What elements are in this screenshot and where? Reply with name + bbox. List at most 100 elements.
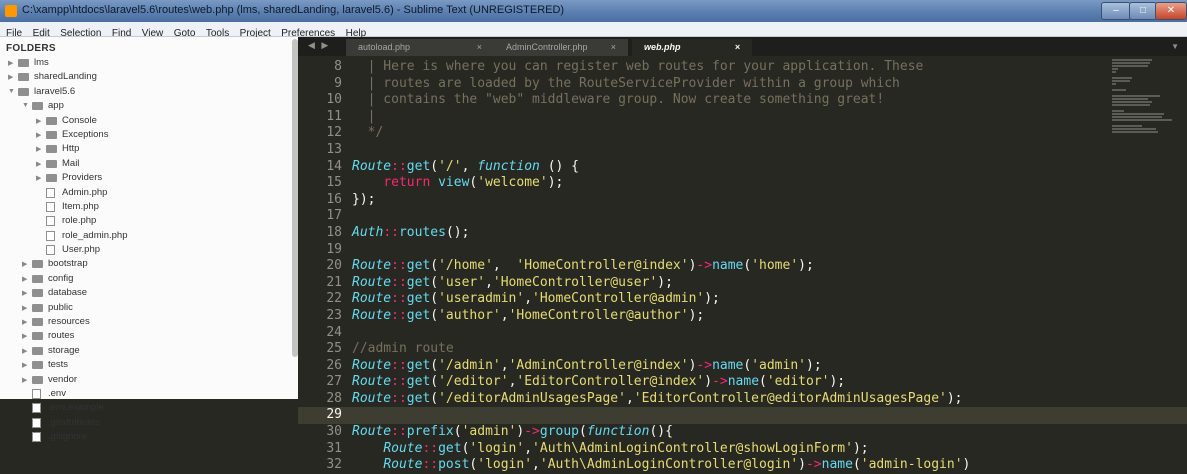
sidebar-file-item[interactable]: role_admin.php (0, 229, 298, 243)
sidebar-folder-item[interactable]: ▶ vendor (0, 373, 298, 387)
sidebar-folder-item[interactable]: ▶ Console (0, 114, 298, 128)
code-line[interactable]: | (352, 109, 1112, 126)
code-token: , (461, 158, 478, 174)
code-token: name (727, 374, 760, 390)
sidebar-folder-item[interactable]: ▶ config (0, 272, 298, 286)
tab-web-php[interactable]: web.php × (632, 39, 752, 56)
code-line[interactable] (352, 325, 1112, 342)
sidebar-item-label: role.php (62, 215, 97, 227)
sidebar-item-label: Providers (62, 172, 103, 184)
code-line[interactable]: Route::get('author','HomeController@auth… (352, 308, 1112, 325)
close-button[interactable]: ✕ (1155, 2, 1187, 20)
tab-close-icon[interactable]: × (611, 39, 616, 56)
sidebar-file-item[interactable]: Item.php (0, 200, 298, 214)
folder-icon (32, 274, 43, 283)
code-line[interactable] (348, 407, 1187, 425)
sidebar-folder-item[interactable]: ▶ Http (0, 142, 298, 156)
code-line[interactable] (352, 142, 1112, 159)
tab-autoload[interactable]: autoload.php × (346, 39, 494, 56)
code-line[interactable]: //admin route (352, 341, 1112, 358)
sidebar-folder-item[interactable]: ▶ Mail (0, 157, 298, 171)
code-token: (){ (649, 424, 673, 440)
code-line[interactable]: Auth::routes(); (352, 225, 1112, 242)
code-area[interactable]: | Here is where you can register web rou… (348, 59, 1187, 474)
collapsed-arrow-icon[interactable]: ▶ (22, 376, 27, 384)
collapsed-arrow-icon[interactable]: ▶ (36, 174, 41, 182)
chevron-down-icon[interactable]: ▼ (1171, 42, 1179, 51)
sidebar-folder-item[interactable]: ▶ database (0, 286, 298, 300)
code-line[interactable]: Route::get('useradmin','HomeController@a… (352, 291, 1112, 308)
collapsed-arrow-icon[interactable]: ▶ (22, 289, 27, 297)
collapsed-arrow-icon[interactable]: ▶ (22, 275, 27, 283)
code-line[interactable]: Route::get('/admin','AdminController@ind… (352, 358, 1112, 375)
code-line[interactable]: Route::get('/', function () { (352, 159, 1112, 176)
sidebar-folder-item[interactable]: ▶ storage (0, 344, 298, 358)
sidebar-folder-item[interactable]: ▼ laravel5.6 (0, 85, 298, 99)
collapsed-arrow-icon[interactable]: ▶ (8, 59, 13, 67)
code-line[interactable]: | Here is where you can register web rou… (352, 59, 1112, 76)
collapsed-arrow-icon[interactable]: ▶ (8, 73, 13, 81)
collapsed-arrow-icon[interactable]: ▶ (22, 332, 27, 340)
code-line[interactable] (352, 208, 1112, 225)
collapsed-arrow-icon[interactable]: ▶ (36, 131, 41, 139)
sidebar-file-item[interactable]: role.php (0, 214, 298, 228)
collapsed-arrow-icon[interactable]: ▶ (22, 318, 27, 326)
code-line[interactable] (352, 242, 1112, 259)
line-number: 14 (326, 158, 342, 174)
code-token: -> (524, 424, 540, 440)
sidebar-file-item[interactable]: .env.example (0, 401, 298, 415)
sidebar-folder-item[interactable]: ▶ sharedLanding (0, 70, 298, 84)
code-line[interactable]: | routes are loaded by the RouteServiceP… (352, 76, 1112, 93)
tab-navigation-arrows-icon[interactable]: ◀ ▶ (308, 40, 330, 51)
sidebar-file-item[interactable]: User.php (0, 243, 298, 257)
sidebar-folder-item[interactable]: ▼ app (0, 99, 298, 113)
sidebar-folder-item[interactable]: ▶ Exceptions (0, 128, 298, 142)
code-line[interactable]: Route::prefix('admin')->group(function()… (352, 424, 1112, 441)
tab-close-icon[interactable]: × (477, 39, 482, 56)
code-line[interactable]: Route::get('/home', 'HomeController@inde… (352, 258, 1112, 275)
code-token: 'home' (751, 258, 799, 274)
minimize-icon: – (1113, 5, 1119, 16)
file-icon (32, 417, 41, 428)
collapsed-arrow-icon[interactable]: ▶ (22, 361, 27, 369)
code-token: get (438, 440, 462, 456)
collapsed-arrow-icon[interactable]: ▶ (36, 117, 41, 125)
sidebar-file-item[interactable]: .gitignore (0, 430, 298, 444)
sidebar-file-item[interactable]: .gitattributes (0, 416, 298, 430)
code-line[interactable]: | contains the "web" middleware group. N… (352, 92, 1112, 109)
sidebar-file-item[interactable]: .env (0, 387, 298, 401)
collapsed-arrow-icon[interactable]: ▶ (22, 347, 27, 355)
collapsed-arrow-icon[interactable]: ▶ (36, 160, 41, 168)
sidebar-folder-item[interactable]: ▶ resources (0, 315, 298, 329)
code-line[interactable]: }); (352, 192, 1112, 209)
sidebar-folder-item[interactable]: ▶ tests (0, 358, 298, 372)
sidebar-folder-item[interactable]: ▶ bootstrap (0, 257, 298, 271)
code-token: get (406, 374, 431, 390)
collapsed-arrow-icon[interactable]: ▶ (36, 145, 41, 153)
sidebar-folder-item[interactable]: ▶ routes (0, 329, 298, 343)
code-line[interactable]: Route::get('/editorAdminUsagesPage','Edi… (352, 391, 1112, 408)
minimap[interactable] (1108, 59, 1178, 139)
sidebar-folder-item[interactable]: ▶ lms (0, 56, 298, 70)
folder-icon (32, 346, 43, 355)
collapsed-arrow-icon[interactable]: ▶ (22, 304, 27, 312)
minimize-button[interactable]: – (1101, 2, 1131, 20)
code-line[interactable]: Route::post('login','Auth\AdminLoginCont… (352, 457, 1112, 474)
code-line[interactable]: */ (352, 125, 1112, 142)
sidebar-folder-item[interactable]: ▶ public (0, 301, 298, 315)
tab-close-icon[interactable]: × (735, 39, 740, 56)
sidebar-item-label: Mail (62, 157, 80, 169)
collapsed-arrow-icon[interactable]: ▶ (22, 260, 27, 268)
sidebar-file-item[interactable]: Admin.php (0, 186, 298, 200)
minimap-line (1112, 98, 1148, 100)
code-line[interactable]: Route::get('user','HomeController@user')… (352, 275, 1112, 292)
expanded-arrow-icon[interactable]: ▼ (8, 88, 15, 95)
code-line[interactable]: Route::get('login','Auth\AdminLoginContr… (352, 441, 1112, 458)
code-line[interactable]: return view('welcome'); (352, 175, 1112, 192)
maximize-button[interactable]: □ (1129, 2, 1157, 20)
code-token: ); (829, 374, 846, 390)
sidebar-folder-item[interactable]: ▶ Providers (0, 171, 298, 185)
code-line[interactable]: Route::get('/editor','EditorController@i… (352, 374, 1112, 391)
expanded-arrow-icon[interactable]: ▼ (22, 102, 29, 109)
tab-admincontroller[interactable]: AdminController.php × (494, 39, 628, 56)
